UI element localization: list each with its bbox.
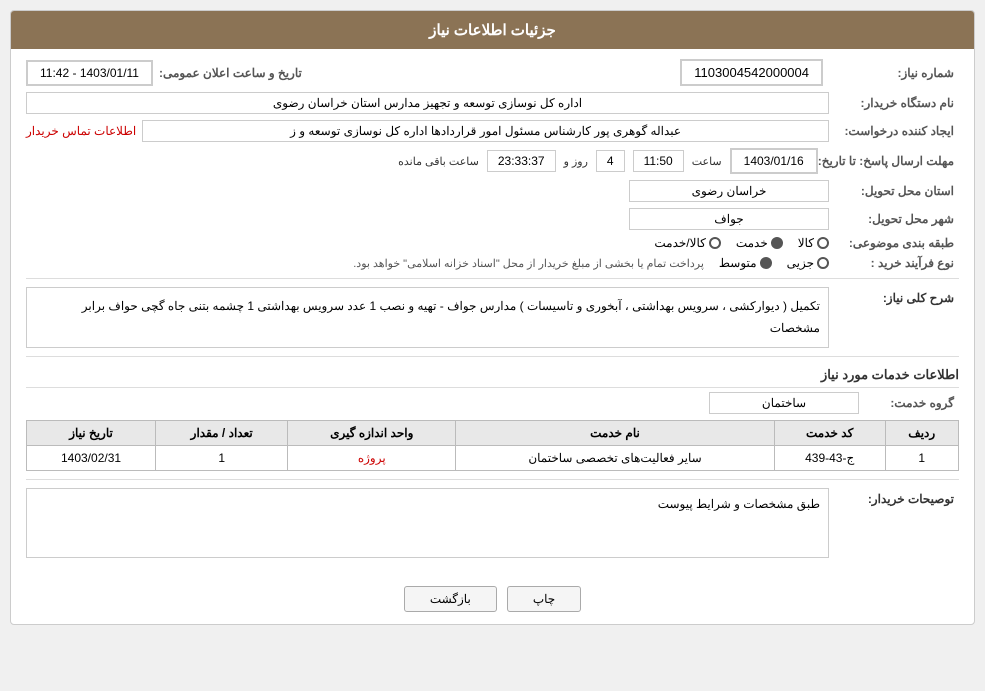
tabaqe-option-khedmat[interactable]: خدمت <box>736 236 783 250</box>
col-tedad: تعداد / مقدار <box>156 421 288 446</box>
service-table: ردیف کد خدمت نام خدمت واحد اندازه گیری ت… <box>26 420 959 471</box>
tosifKharidar-label: توصیحات خریدار: <box>829 488 959 506</box>
tabaqe-khedmat-label: خدمت <box>736 236 768 250</box>
timer-value: 23:33:37 <box>487 150 556 172</box>
tabaqe-radio-kala-khedmat <box>709 237 721 249</box>
namDastgah-value: اداره کل نوسازی توسعه و تجهیز مدارس استا… <box>26 92 829 114</box>
khadamat-title: اطلاعات خدمات مورد نیاز <box>26 367 959 388</box>
tabaqe-radio-kala <box>817 237 829 249</box>
ostan-label: استان محل تحویل: <box>829 184 959 198</box>
noeFarayand-option-jozi[interactable]: جزیی <box>787 256 829 270</box>
col-tarikh: تاریخ نیاز <box>27 421 156 446</box>
timer-label: ساعت باقی مانده <box>398 155 479 168</box>
tosifKharidar-value: طبق مشخصات و شرایط پیوست <box>26 488 829 558</box>
days-value: 4 <box>596 150 625 172</box>
sharhKoli-value: تکمیل ( دیوارکشی ، سرویس بهداشتی ، آبخور… <box>26 287 829 348</box>
tabaqe-label: طبقه بندی موضوعی: <box>829 236 959 250</box>
button-row: چاپ بازگشت <box>11 574 974 624</box>
taarikheElan-value: 1403/01/11 - 11:42 <box>26 60 153 86</box>
taarikheElan-label: تاریخ و ساعت اعلان عمومی: <box>159 66 307 80</box>
ijadKonande-value: عبداله گوهری پور کارشناس مسئول امور قرار… <box>142 120 829 142</box>
noeFarayand-note: پرداخت تمام یا بخشی از مبلغ خریدار از مح… <box>353 257 704 270</box>
print-button[interactable]: چاپ <box>507 586 581 612</box>
noeFarayand-option-motavasset[interactable]: متوسط <box>719 256 772 270</box>
tabaqe-option-kala[interactable]: کالا <box>798 236 829 250</box>
mohlat-date: 1403/01/16 <box>730 148 818 174</box>
ijadKonande-label: ایجاد کننده درخواست: <box>829 124 959 138</box>
tabaqe-radio-khedmat <box>771 237 783 249</box>
table-row: 1ج-43-439سایر فعالیت‌های تخصصی ساختمانپر… <box>27 446 959 471</box>
mohlat-label: مهلت ارسال پاسخ: تا تاریخ: <box>818 154 959 168</box>
shahr-label: شهر محل تحویل: <box>829 212 959 226</box>
geroheKhedmat-value: ساختمان <box>709 392 859 414</box>
ostan-value: خراسان رضوی <box>629 180 829 202</box>
contact-link[interactable]: اطلاعات تماس خریدار <box>26 124 136 138</box>
sharhKoli-label: شرح کلی نیاز: <box>829 287 959 305</box>
divider-1 <box>26 278 959 279</box>
page-title: جزئیات اطلاعات نیاز <box>11 11 974 49</box>
shomareNiaz-label: شماره نیاز: <box>829 66 959 80</box>
divider-2 <box>26 356 959 357</box>
tabaqe-radio-group: کالا خدمت کالا/خدمت <box>654 236 829 250</box>
divider-3 <box>26 479 959 480</box>
namDastgah-label: نام دستگاه خریدار: <box>829 96 959 110</box>
shahr-value: جواف <box>629 208 829 230</box>
col-namKhedmat: نام خدمت <box>456 421 775 446</box>
noeFarayand-jozi-label: جزیی <box>787 256 814 270</box>
noeFarayand-radio-group: جزیی متوسط <box>719 256 829 270</box>
noeFarayand-motavasset-label: متوسط <box>719 256 757 270</box>
days-label: روز و <box>564 155 588 168</box>
time-label: ساعت <box>692 155 722 168</box>
noeFarayand-radio-motavasset <box>760 257 772 269</box>
tabaqe-option-kala-khedmat[interactable]: کالا/خدمت <box>654 236 720 250</box>
geroheKhedmat-label: گروه خدمت: <box>859 396 959 410</box>
noeFarayand-label: نوع فرآیند خرید : <box>829 256 959 270</box>
col-radif: ردیف <box>885 421 958 446</box>
time-value: 11:50 <box>633 150 684 172</box>
col-kodKhedmat: کد خدمت <box>774 421 885 446</box>
noeFarayand-radio-jozi <box>817 257 829 269</box>
back-button[interactable]: بازگشت <box>404 586 497 612</box>
tabaqe-kala-label: کالا <box>798 236 814 250</box>
shomareNiaz-value: 1103004542000004 <box>680 59 823 86</box>
col-vahed: واحد اندازه گیری <box>288 421 456 446</box>
tabaqe-kala-khedmat-label: کالا/خدمت <box>654 236 705 250</box>
